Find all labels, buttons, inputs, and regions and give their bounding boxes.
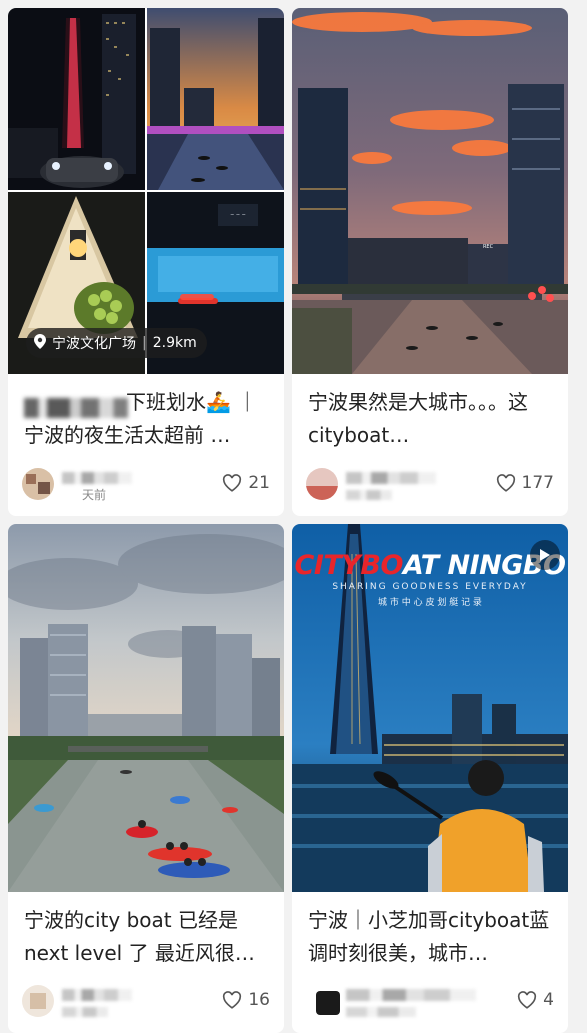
like-count: 177 bbox=[521, 473, 554, 493]
card-meta: 天前 21 bbox=[22, 468, 270, 502]
like-button[interactable]: 4 bbox=[517, 990, 554, 1010]
card-meta: 16 bbox=[22, 985, 270, 1019]
avatar[interactable] bbox=[22, 985, 54, 1017]
card-cover-image[interactable]: ~ ~ ~ 宁波文化广场 | 2.9km bbox=[8, 8, 284, 374]
avatar[interactable] bbox=[316, 991, 340, 1015]
heart-icon bbox=[222, 991, 242, 1009]
location-pin-icon bbox=[34, 333, 46, 353]
heart-icon bbox=[517, 991, 537, 1009]
card-title-text: 下班划水🚣 ｜ 宁波的夜生活太超前 … bbox=[24, 390, 258, 447]
cover-headline-red: CITYBO bbox=[294, 550, 404, 581]
svg-text:REC: REC bbox=[483, 244, 494, 250]
like-button[interactable]: 177 bbox=[496, 473, 554, 493]
feed-card-1[interactable]: ~ ~ ~ 宁波文化广场 | 2.9km 下班划水🚣 ｜ 宁波的夜生活太超前 …… bbox=[8, 8, 284, 516]
card-cover-image[interactable] bbox=[8, 524, 284, 892]
heart-icon bbox=[222, 474, 242, 492]
cover-subtitle: 城 市 中 心 皮 划 艇 记 录 bbox=[378, 598, 482, 608]
svg-text:~ ~ ~: ~ ~ ~ bbox=[230, 212, 246, 218]
post-time bbox=[346, 1007, 416, 1017]
post-time bbox=[346, 490, 392, 500]
author-name[interactable] bbox=[62, 472, 132, 484]
like-button[interactable]: 21 bbox=[222, 473, 270, 493]
cover-headline: CITYBOAT NINGBO bbox=[292, 550, 568, 581]
location-separator: | bbox=[142, 335, 147, 351]
author-name[interactable] bbox=[346, 472, 436, 484]
like-count: 4 bbox=[543, 990, 554, 1010]
location-tag[interactable]: 宁波文化广场 | 2.9km bbox=[26, 328, 207, 358]
video-play-icon bbox=[530, 540, 560, 570]
location-distance: 2.9km bbox=[152, 335, 197, 351]
avatar[interactable] bbox=[306, 468, 338, 500]
card-title[interactable]: 宁波｜小芝加哥cityboat蓝调时刻很美，城市… bbox=[308, 904, 554, 970]
post-time bbox=[62, 1007, 108, 1017]
like-count: 21 bbox=[248, 473, 270, 493]
card-title[interactable]: 宁波果然是大城市。。。这cityboat… bbox=[308, 386, 554, 452]
cover-tagline: SHARING GOODNESS EVERYDAY bbox=[332, 582, 528, 592]
like-count: 16 bbox=[248, 990, 270, 1010]
location-name: 宁波文化广场 bbox=[52, 336, 136, 352]
feed-card-3[interactable]: 宁波的city boat 已经是next level 了 最近风很… 16 bbox=[8, 524, 284, 1033]
author-name[interactable] bbox=[346, 989, 476, 1001]
card-title[interactable]: 下班划水🚣 ｜ 宁波的夜生活太超前 … bbox=[24, 386, 270, 452]
avatar[interactable] bbox=[22, 468, 54, 500]
heart-icon bbox=[496, 474, 516, 492]
card-cover-image[interactable]: CITYBOAT NINGBO SHARING GOODNESS EVERYDA… bbox=[292, 524, 568, 892]
like-button[interactable]: 16 bbox=[222, 990, 270, 1010]
post-time: 天前 bbox=[82, 488, 107, 502]
card-meta: 4 bbox=[306, 985, 554, 1019]
card-cover-image[interactable]: REC bbox=[292, 8, 568, 374]
feed-card-2[interactable]: REC 宁波果然是大城市。。。这cityboat… 177 bbox=[292, 8, 568, 516]
card-meta: 177 bbox=[306, 468, 554, 502]
author-name[interactable] bbox=[62, 989, 132, 1001]
feed-card-4[interactable]: CITYBOAT NINGBO SHARING GOODNESS EVERYDA… bbox=[292, 524, 568, 1033]
card-title[interactable]: 宁波的city boat 已经是next level 了 最近风很… bbox=[24, 904, 270, 970]
